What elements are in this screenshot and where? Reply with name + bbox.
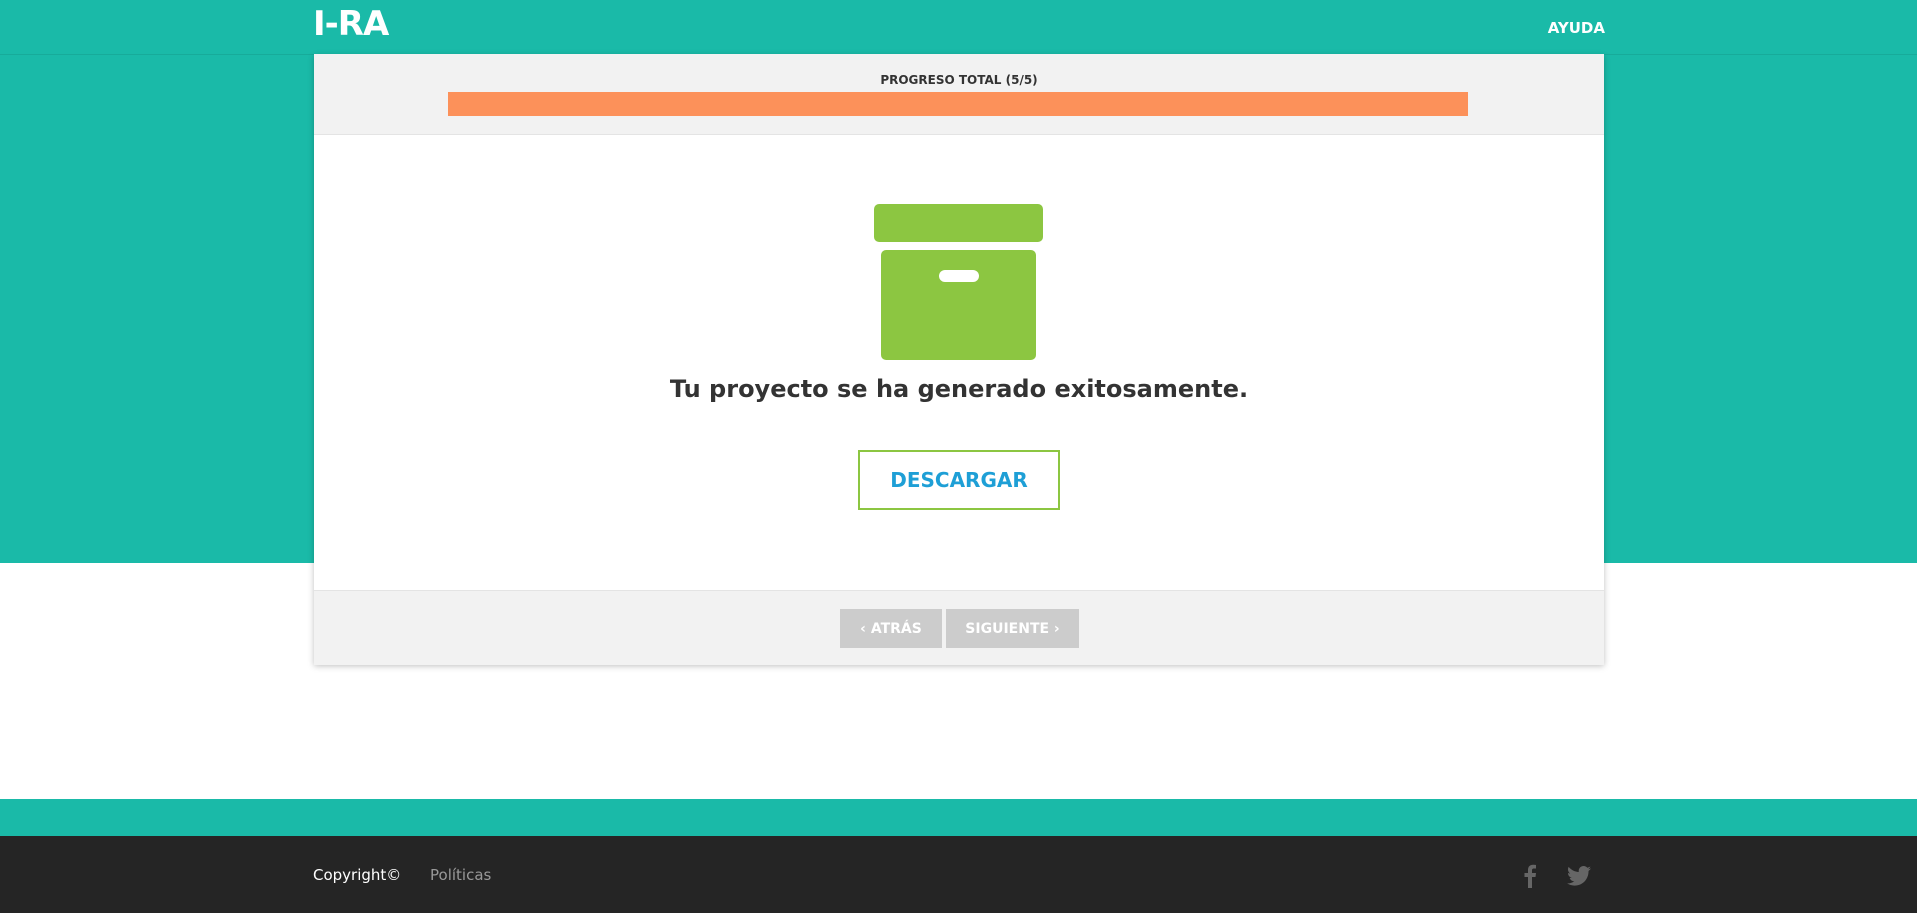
copyright-text: Copyright© xyxy=(313,866,402,884)
archive-box-icon xyxy=(874,204,1044,362)
policies-link[interactable]: Políticas xyxy=(430,866,491,884)
twitter-icon[interactable] xyxy=(1567,866,1591,886)
facebook-icon[interactable] xyxy=(1523,864,1537,888)
progress-bar-fill xyxy=(448,92,1468,116)
wizard-card: PROGRESO TOTAL (5/5) Tu proyecto se ha g… xyxy=(314,54,1604,665)
back-button[interactable]: ‹ ATRÁS xyxy=(840,609,942,648)
progress-label: PROGRESO TOTAL (5/5) xyxy=(880,73,1038,87)
box-body xyxy=(881,250,1036,360)
site-logo[interactable]: I-RA xyxy=(313,4,389,44)
help-link[interactable]: AYUDA xyxy=(1548,19,1605,37)
download-button[interactable]: DESCARGAR xyxy=(858,450,1060,510)
box-handle xyxy=(939,270,979,282)
success-message: Tu proyecto se ha generado exitosamente. xyxy=(669,375,1249,403)
footer-band xyxy=(0,799,1917,836)
progress-section: PROGRESO TOTAL (5/5) xyxy=(314,54,1604,135)
box-lid xyxy=(874,204,1043,242)
progress-bar xyxy=(448,92,1468,116)
wizard-navigation: ‹ ATRÁS SIGUIENTE › xyxy=(314,590,1604,665)
next-button[interactable]: SIGUIENTE › xyxy=(946,609,1079,648)
footer: Copyright© Políticas xyxy=(0,836,1917,913)
